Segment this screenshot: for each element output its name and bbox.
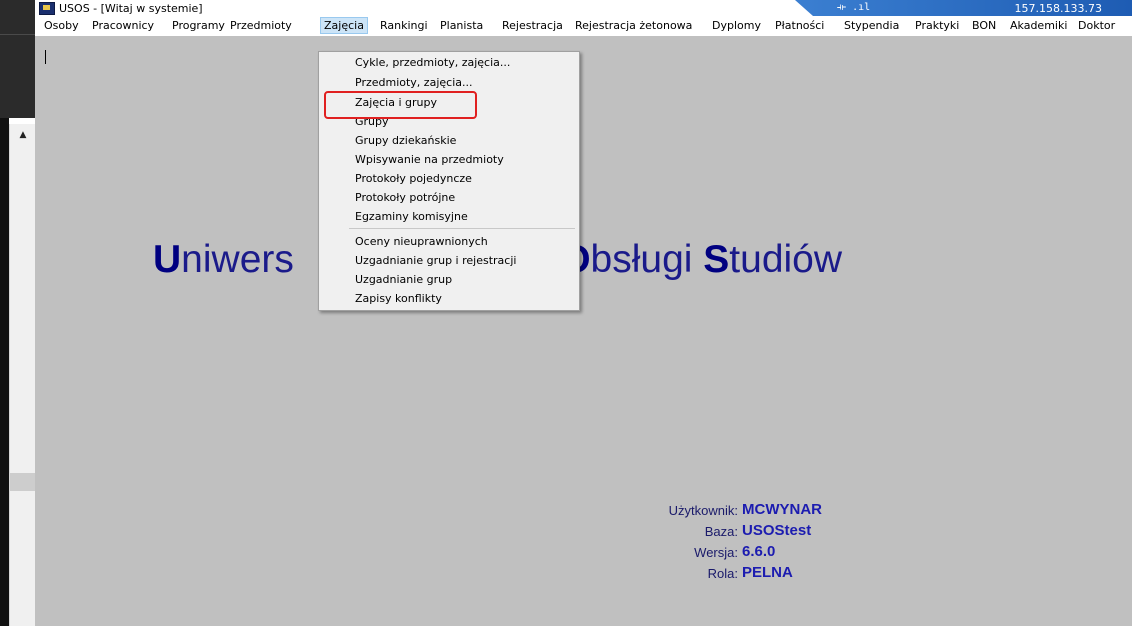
left-border-bar	[0, 118, 9, 626]
menu-platnosci[interactable]: Płatności	[772, 18, 827, 33]
menu-bon[interactable]: BON	[969, 18, 999, 33]
menu-osoby[interactable]: Osoby	[41, 18, 82, 33]
scroll-up-arrow-icon[interactable]: ▲	[10, 128, 36, 142]
dropdown-item-egzaminy-komisyjne[interactable]: Egzaminy komisyjne	[355, 210, 468, 223]
ip-address: 157.158.133.73	[1014, 2, 1102, 15]
heading-initial-s: S	[703, 238, 730, 281]
menu-rejestracja[interactable]: Rejestracja	[499, 18, 566, 33]
dropdown-separator	[349, 228, 575, 229]
main-menubar: Osoby Pracownicy Programy Przedmioty Zaj…	[35, 16, 1132, 36]
version-label: Wersja:	[694, 545, 738, 560]
db-label: Baza:	[704, 524, 738, 539]
menu-programy[interactable]: Programy	[169, 18, 228, 33]
network-signal-icon: ⟛ .ıl	[837, 2, 871, 13]
menu-dyplomy[interactable]: Dyplomy	[709, 18, 764, 33]
dropdown-item-oceny-nieuprawnionych[interactable]: Oceny nieuprawnionych	[355, 235, 488, 248]
dropdown-item-grupy-dziekanskie[interactable]: Grupy dziekańskie	[355, 134, 456, 147]
menu-doktor[interactable]: Doktor	[1075, 18, 1118, 33]
heading-text-1: niwers	[181, 238, 294, 281]
zajecia-dropdown-menu: Cykle, przedmioty, zajęcia... Przedmioty…	[318, 51, 580, 311]
window-title: USOS - [Witaj w systemie]	[59, 2, 203, 15]
user-label: Użytkownik:	[668, 503, 738, 518]
menu-rejestracja-zetonowa[interactable]: Rejestracja żetonowa	[572, 18, 695, 33]
heading-initial-u: U	[153, 238, 182, 281]
heading-text-3: bsługi	[590, 238, 704, 281]
dropdown-item-uzgadnianie-grup-rejestracji[interactable]: Uzgadnianie grup i rejestracji	[355, 254, 516, 267]
db-value: USOStest	[742, 522, 812, 539]
dropdown-item-przedmioty-zajecia[interactable]: Przedmioty, zajęcia...	[355, 76, 472, 89]
dark-side-panel	[0, 0, 35, 118]
window-titlebar: USOS - [Witaj w systemie] ⟛ .ıl 157.158.…	[35, 0, 1132, 16]
heading-text-4: tudiów	[729, 238, 843, 281]
role-value: PELNA	[742, 564, 793, 581]
version-value: 6.6.0	[742, 543, 776, 560]
menu-akademiki[interactable]: Akademiki	[1007, 18, 1070, 33]
menu-praktyki[interactable]: Praktyki	[912, 18, 962, 33]
menu-zajecia[interactable]: Zajęcia	[320, 17, 368, 34]
vertical-scrollbar[interactable]: ▲	[9, 124, 36, 626]
usos-app-icon	[39, 2, 55, 15]
mdi-workspace: Uniwersm Obsługi Studiów Użytkownik: MCW…	[35, 36, 1132, 626]
menu-pracownicy[interactable]: Pracownicy	[89, 18, 157, 33]
text-cursor	[45, 50, 46, 64]
dropdown-item-uzgadnianie-grup[interactable]: Uzgadnianie grup	[355, 273, 452, 286]
role-label: Rola:	[707, 566, 738, 581]
dropdown-item-zapisy-konflikty[interactable]: Zapisy konflikty	[355, 292, 442, 305]
menu-przedmioty[interactable]: Przedmioty	[227, 18, 295, 33]
user-value: MCWYNAR	[742, 501, 822, 518]
dropdown-item-cykle[interactable]: Cykle, przedmioty, zajęcia...	[355, 56, 510, 69]
menu-stypendia[interactable]: Stypendia	[841, 18, 902, 33]
scroll-thumb[interactable]	[10, 473, 36, 491]
highlight-box	[324, 91, 477, 119]
menu-rankingi[interactable]: Rankingi	[377, 18, 431, 33]
panel-divider	[0, 34, 35, 35]
dropdown-item-protokoly-potrojne[interactable]: Protokoły potrójne	[355, 191, 455, 204]
dropdown-item-wpisywanie[interactable]: Wpisywanie na przedmioty	[355, 153, 504, 166]
menu-planista[interactable]: Planista	[437, 18, 486, 33]
remote-connection-banner: ⟛ .ıl 157.158.133.73	[795, 0, 1132, 16]
dropdown-item-protokoly-pojedyncze[interactable]: Protokoły pojedyncze	[355, 172, 472, 185]
